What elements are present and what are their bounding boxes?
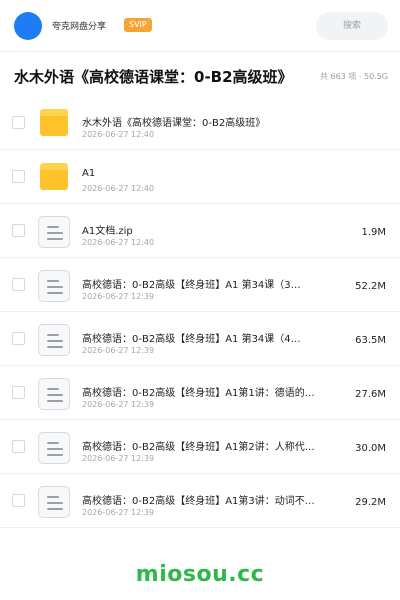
checkbox[interactable] [12,386,25,399]
file-date: 2026-06-27 12:39 [82,400,155,409]
file-date: 2026-06-27 12:39 [82,346,155,355]
file-size: 52.2M [355,281,386,292]
file-name: 高校德语：0-B2高级【终身班】A1第1讲：德语的… [82,388,315,399]
file-name: 水木外语《高校德语课堂：0-B2高级班》 [82,118,266,129]
file-list: 水木外语《高校德语课堂：0-B2高级班》 2026-06-27 12:40 A1… [0,96,400,528]
folder-meta: 共 663 项 · 50.5G [320,72,388,81]
document-icon [38,324,70,356]
file-date: 2026-06-27 12:40 [82,130,155,139]
watermark: miosou.cc [135,562,265,587]
file-size: 1.9M [361,227,386,238]
list-item[interactable]: A1 2026-06-27 12:40 [0,150,400,204]
file-size: 27.6M [355,389,386,400]
list-item[interactable]: 高校德语：0-B2高级【终身班】A1第2讲：人称代… 2026-06-27 12… [0,420,400,474]
avatar[interactable] [14,12,42,40]
checkbox[interactable] [12,116,25,129]
list-item[interactable]: 水木外语《高校德语课堂：0-B2高级班》 2026-06-27 12:40 [0,96,400,150]
file-name: 高校德语：0-B2高级【终身班】A1第3讲：动词不… [82,496,315,507]
folder-icon [38,108,70,138]
list-item[interactable]: 高校德语：0-B2高级【终身班】A1第1讲：德语的… 2026-06-27 12… [0,366,400,420]
folder-icon [38,162,70,192]
file-name: 高校德语：0-B2高级【终身班】A1 第34课（3… [82,280,301,291]
checkbox[interactable] [12,278,25,291]
checkbox[interactable] [12,170,25,183]
file-size: 63.5M [355,335,386,346]
checkbox[interactable] [12,494,25,507]
top-bar: 夸克网盘分享 SVIP 搜索 [0,0,400,52]
checkbox[interactable] [12,224,25,237]
list-item[interactable]: A1文档.zip 2026-06-27 12:40 1.9M [0,204,400,258]
list-item[interactable]: 高校德语：0-B2高级【终身班】A1 第34课（4… 2026-06-27 12… [0,312,400,366]
file-size: 30.0M [355,443,386,454]
user-name: 夸克网盘分享 [52,22,107,32]
file-name: A1文档.zip [82,226,133,237]
document-icon [38,486,70,518]
list-item[interactable]: 高校德语：0-B2高级【终身班】A1第3讲：动词不… 2026-06-27 12… [0,474,400,528]
checkbox[interactable] [12,440,25,453]
file-date: 2026-06-27 12:39 [82,292,155,301]
document-icon [38,216,70,248]
page-title: 水木外语《高校德语课堂：0-B2高级班》 [14,68,293,86]
file-size: 29.2M [355,497,386,508]
document-icon [38,432,70,464]
svip-badge: SVIP [124,18,152,32]
checkbox[interactable] [12,332,25,345]
list-item[interactable]: 高校德语：0-B2高级【终身班】A1 第34课（3… 2026-06-27 12… [0,258,400,312]
file-name: A1 [82,168,96,179]
file-date: 2026-06-27 12:40 [82,238,155,247]
file-date: 2026-06-27 12:40 [82,184,155,193]
file-name: 高校德语：0-B2高级【终身班】A1第2讲：人称代… [82,442,315,453]
search-button[interactable]: 搜索 [316,12,388,40]
file-name: 高校德语：0-B2高级【终身班】A1 第34课（4… [82,334,301,345]
file-date: 2026-06-27 12:39 [82,508,155,517]
document-icon [38,270,70,302]
file-date: 2026-06-27 12:39 [82,454,155,463]
document-icon [38,378,70,410]
